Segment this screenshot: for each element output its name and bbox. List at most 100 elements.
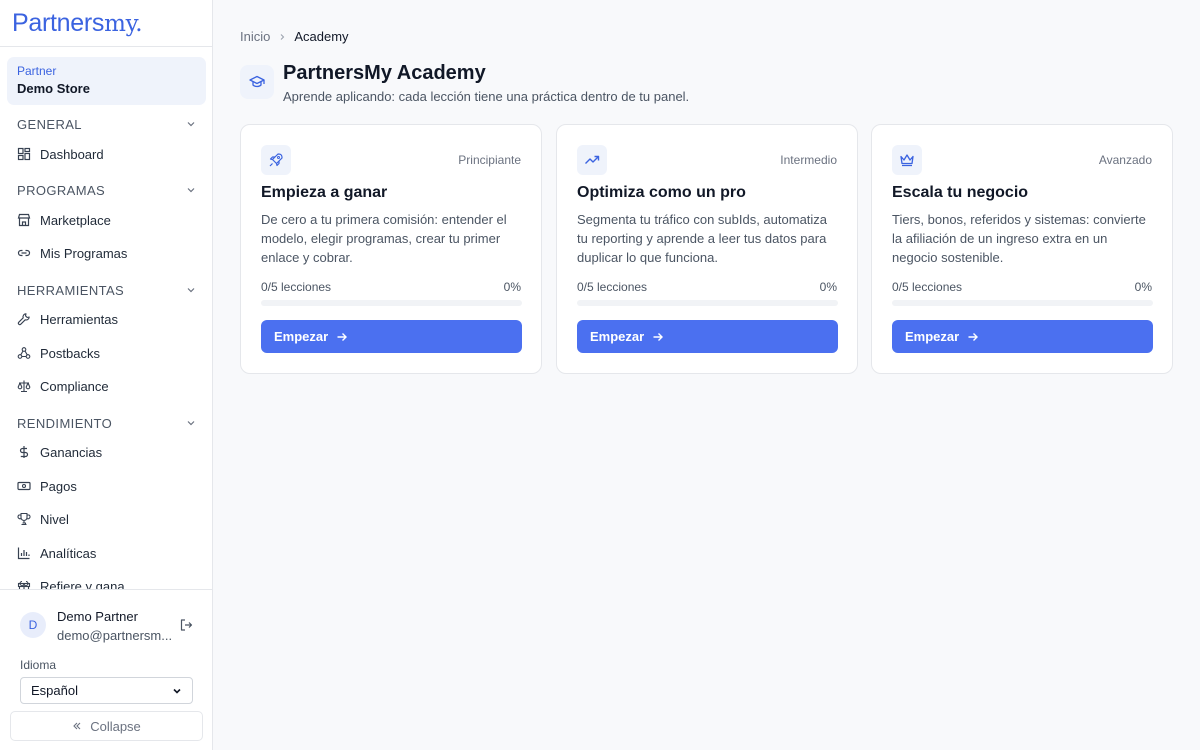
arrow-right-icon xyxy=(968,332,979,341)
language-label: Idioma xyxy=(20,658,57,672)
sidebar-item-analiticas[interactable]: Analíticas xyxy=(17,542,197,564)
page-subtitle: Aprende aplicando: cada lección tiene un… xyxy=(283,89,690,104)
sidebar: Partnersmy. Partner Demo Store GENERAL D… xyxy=(0,0,213,750)
gift-icon xyxy=(17,580,31,589)
breadcrumb-current: Academy xyxy=(294,29,349,44)
sidebar-item-dashboard[interactable]: Dashboard xyxy=(17,143,197,165)
bar-chart-icon xyxy=(17,547,30,560)
avatar[interactable]: D xyxy=(20,612,46,638)
sidebar-item-pagos[interactable]: Pagos xyxy=(17,475,197,497)
start-button-label: Empezar xyxy=(905,329,960,344)
link-icon xyxy=(17,249,31,257)
progress-label: 0/5 lecciones xyxy=(577,280,648,294)
trending-up-icon xyxy=(585,155,600,164)
progress-percent: 0% xyxy=(819,280,837,294)
sidebar-item-label: Nivel xyxy=(40,511,69,527)
dollar-icon xyxy=(19,446,29,458)
sidebar-item-ganancias[interactable]: Ganancias xyxy=(17,441,197,463)
graduation-cap-icon xyxy=(249,75,265,88)
start-button-label: Empezar xyxy=(590,329,645,344)
sidebar-item-label: Pagos xyxy=(40,478,77,494)
progress-percent: 0% xyxy=(1134,280,1152,294)
sidebar-item-herramientas[interactable]: Herramientas xyxy=(17,308,197,330)
progress-label: 0/5 lecciones xyxy=(892,280,963,294)
section-general-header[interactable]: GENERAL xyxy=(17,114,197,134)
section-title: RENDIMIENTO xyxy=(17,415,113,431)
logo-text-bold: Partners xyxy=(12,9,105,37)
arrow-right-icon xyxy=(337,332,348,341)
sidebar-item-mis-programas[interactable]: Mis Programas xyxy=(17,242,197,264)
banknote-icon xyxy=(17,481,31,491)
logo-dot: . xyxy=(135,11,143,37)
wrench-icon xyxy=(17,313,30,326)
partner-card[interactable]: Partner Demo Store xyxy=(7,57,206,105)
sidebar-nav[interactable]: Partner Demo Store GENERAL Dashboard PRO… xyxy=(0,47,212,589)
user-name: Demo Partner xyxy=(57,609,138,624)
partner-label: Partner xyxy=(17,64,57,78)
start-button[interactable]: Empezar xyxy=(261,320,522,353)
rocket-icon xyxy=(269,153,283,167)
section-programas-header[interactable]: PROGRAMAS xyxy=(17,180,197,200)
card-icon-badge xyxy=(577,145,607,175)
card-description: De cero a tu primera comisión: entender … xyxy=(261,212,507,265)
academy-badge xyxy=(240,65,274,99)
logout-icon[interactable] xyxy=(179,618,193,632)
language-select[interactable]: Español xyxy=(20,677,193,704)
webhook-icon xyxy=(17,347,31,359)
progress-percent: 0% xyxy=(503,280,521,294)
progress-bar xyxy=(261,300,522,306)
card-title: Optimiza como un pro xyxy=(577,184,746,201)
sidebar-item-compliance[interactable]: Compliance xyxy=(17,375,197,397)
language-value: Español xyxy=(31,683,78,698)
card-description: Segmenta tu tráfico con subIds, automati… xyxy=(577,212,828,265)
chevron-down-icon xyxy=(173,688,181,694)
chevron-down-icon xyxy=(187,188,195,193)
card-title: Escala tu negocio xyxy=(892,184,1029,201)
course-card-intermedio: Intermedio Optimiza como un pro Segmenta… xyxy=(556,124,858,374)
sidebar-item-label: Postbacks xyxy=(40,345,100,361)
section-title: PROGRAMAS xyxy=(17,182,106,198)
level-badge: Principiante xyxy=(458,153,521,167)
sidebar-item-label: Dashboard xyxy=(40,146,104,162)
breadcrumb-home[interactable]: Inicio xyxy=(240,29,270,44)
chevrons-left-icon xyxy=(73,722,81,730)
section-rendimiento-header[interactable]: RENDIMIENTO xyxy=(17,413,197,433)
logo-area: Partnersmy. xyxy=(0,0,212,47)
sidebar-item-label: Compliance xyxy=(40,378,109,394)
user-email: demo@partnersm... xyxy=(57,628,173,643)
logo-text-serif: my xyxy=(104,11,136,37)
sidebar-item-label: Herramientas xyxy=(40,311,119,327)
chevron-down-icon xyxy=(187,122,195,127)
sidebar-item-nivel[interactable]: Nivel xyxy=(17,508,197,530)
crown-icon xyxy=(900,154,914,167)
sidebar-item-label: Analíticas xyxy=(40,545,97,561)
arrow-right-icon xyxy=(653,332,664,341)
sidebar-item-refiere-y-gana[interactable]: Refiere y gana xyxy=(17,575,197,589)
logo[interactable]: Partnersmy. xyxy=(12,9,212,38)
card-icon-badge xyxy=(892,145,922,175)
page-title: PartnersMy Academy xyxy=(283,62,486,84)
sidebar-item-marketplace[interactable]: Marketplace xyxy=(17,209,197,231)
section-title: GENERAL xyxy=(17,116,82,132)
sidebar-item-label: Mis Programas xyxy=(40,245,128,261)
card-description: Tiers, bonos, referidos y sistemas: conv… xyxy=(892,212,1146,265)
course-card-principiante: Principiante Empieza a ganar De cero a t… xyxy=(240,124,542,374)
start-button[interactable]: Empezar xyxy=(892,320,1153,353)
level-badge: Avanzado xyxy=(1098,153,1152,167)
chevron-right-icon xyxy=(280,33,285,40)
progress-bar xyxy=(892,300,1153,306)
scale-icon xyxy=(17,380,31,393)
breadcrumb: Inicio Academy xyxy=(240,29,349,44)
dashboard-icon xyxy=(17,147,31,161)
progress-bar xyxy=(577,300,838,306)
collapse-button[interactable]: Collapse xyxy=(10,711,203,741)
sidebar-item-label: Marketplace xyxy=(40,212,111,228)
section-title: HERRAMIENTAS xyxy=(17,282,125,298)
section-herramientas-header[interactable]: HERRAMIENTAS xyxy=(17,280,197,300)
sidebar-item-label: Ganancias xyxy=(40,444,103,460)
course-card-avanzado: Avanzado Escala tu negocio Tiers, bonos,… xyxy=(871,124,1173,374)
card-icon-badge xyxy=(261,145,291,175)
start-button[interactable]: Empezar xyxy=(577,320,838,353)
chevron-down-icon xyxy=(187,288,195,293)
sidebar-item-postbacks[interactable]: Postbacks xyxy=(17,342,197,364)
